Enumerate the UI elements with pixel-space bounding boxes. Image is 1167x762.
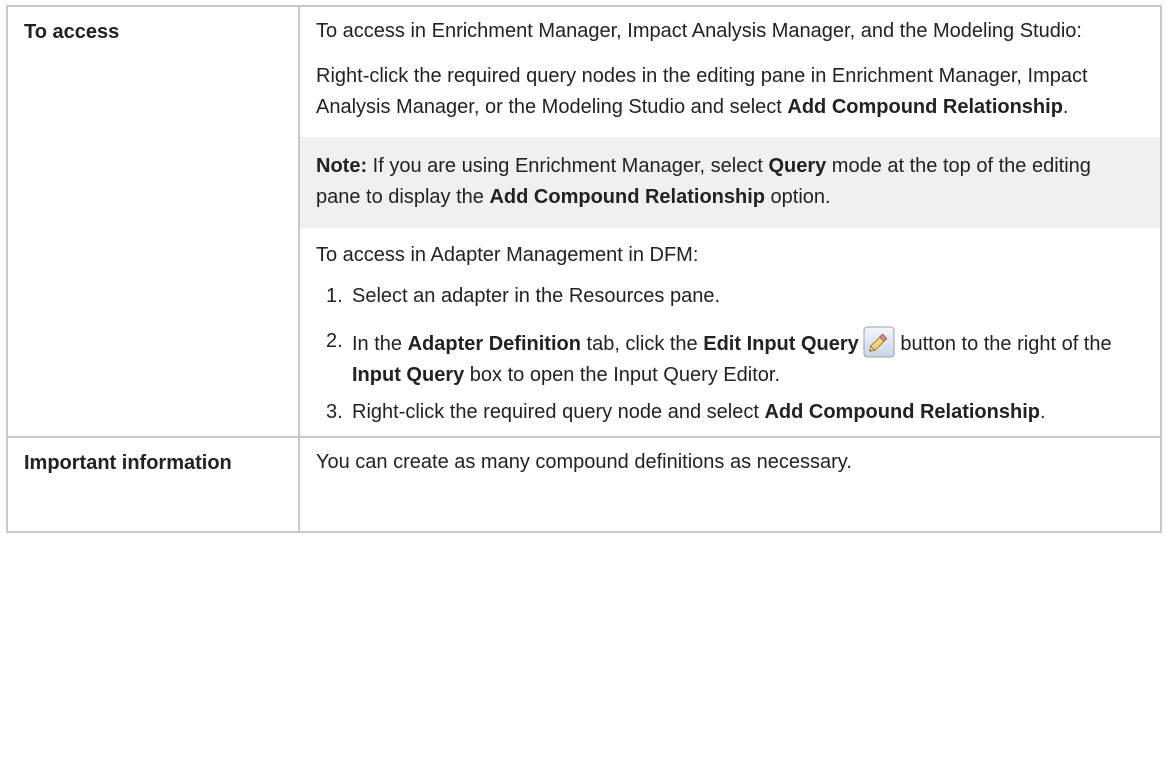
step-text: Select an adapter in the Resources pane. [352, 285, 721, 307]
table-row-important-information: Important information You can create as … [6, 436, 1162, 533]
step-number: 3. [326, 401, 343, 423]
table-row-to-access: To access To access in Enrichment Manage… [6, 5, 1162, 438]
query-mode-term: Query [768, 155, 827, 177]
edit-input-query-term: Edit Input Query [703, 333, 859, 355]
list-item-step-2: 2. In the Adapter Definition tab, click … [316, 326, 1156, 391]
right-click-period: . [1062, 96, 1069, 118]
list-item-step-1: 1. Select an adapter in the Resources pa… [316, 281, 1156, 312]
note-text-part: option. [765, 186, 831, 208]
note-text-part: If you are using Enrichment Manager, sel… [367, 155, 769, 177]
row-label-cell: Important information [6, 436, 300, 533]
list-item-step-3: 3. Right-click the required query node a… [316, 397, 1156, 428]
row-label-important-information: Important information [24, 452, 232, 474]
info-table: To access To access in Enrichment Manage… [6, 5, 1162, 533]
note-box: Note: If you are using Enrichment Manage… [300, 137, 1160, 228]
step-text: In the [352, 333, 408, 355]
input-query-term: Input Query [352, 364, 465, 386]
step-text: . [1039, 401, 1046, 423]
step-number: 2. [326, 330, 343, 352]
access-intro: To access in Enrichment Manager, Impact … [316, 20, 1082, 42]
pencil-edit-icon [863, 326, 895, 358]
add-compound-relationship-term: Add Compound Relationship [489, 186, 765, 208]
row-label-to-access: To access [24, 21, 120, 43]
step-text: button to the right of the [894, 333, 1112, 355]
access-content: To access in Enrichment Manager, Impact … [300, 7, 1160, 436]
adapter-definition-term: Adapter Definition [407, 333, 581, 355]
step-text: tab, click the [580, 333, 704, 355]
note-text: Note: If you are using Enrichment Manage… [316, 151, 1140, 213]
adapter-intro: To access in Adapter Management in DFM: [316, 244, 699, 266]
row-label-cell: To access [6, 5, 300, 438]
note-label: Note: [316, 155, 368, 177]
step-number: 1. [326, 285, 343, 307]
right-click-instruction: Right-click the required query nodes in … [316, 61, 1156, 123]
adapter-steps-list: 1. Select an adapter in the Resources pa… [316, 281, 1156, 428]
row-content-cell: You can create as many compound definiti… [298, 436, 1162, 533]
important-text: You can create as many compound definiti… [316, 451, 852, 473]
step-text: box to open the Input Query Editor. [464, 364, 780, 386]
add-compound-relationship-term: Add Compound Relationship [787, 96, 1063, 118]
row-content-cell: To access in Enrichment Manager, Impact … [298, 5, 1162, 438]
step-text: Right-click the required query node and … [352, 401, 765, 423]
add-compound-relationship-term: Add Compound Relationship [764, 401, 1040, 423]
important-content: You can create as many compound definiti… [300, 438, 1160, 531]
